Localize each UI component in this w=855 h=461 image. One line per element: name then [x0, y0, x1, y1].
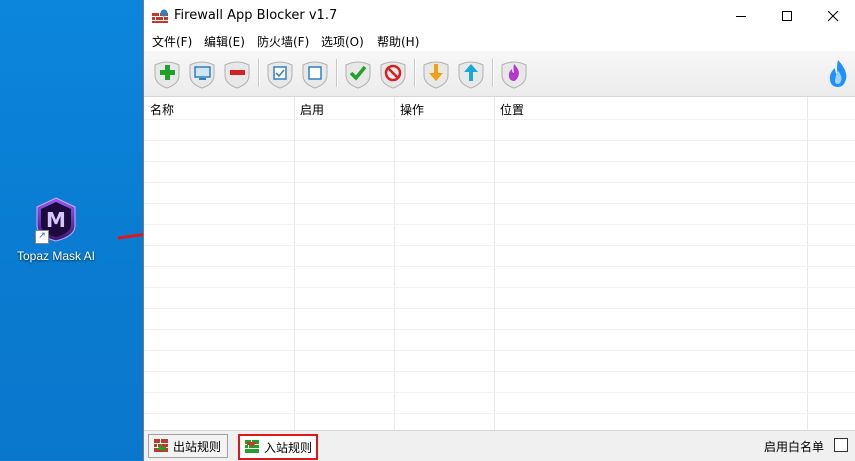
toolbar: [144, 51, 855, 97]
menu-help[interactable]: 帮助(H): [377, 33, 419, 50]
toolbar-separator: [414, 59, 416, 87]
rules-list[interactable]: 名称 启用 操作 位置: [144, 97, 855, 430]
row-line: [144, 245, 855, 246]
column-header-enabled[interactable]: 启用: [300, 101, 324, 118]
title-bar[interactable]: Firewall App Blocker v1.7: [144, 0, 855, 32]
row-line: [144, 119, 855, 120]
allow-check-icon: [345, 61, 371, 89]
brand-flame: [826, 59, 850, 94]
minimize-icon: [736, 16, 746, 17]
app-window: Firewall App Blocker v1.7 文件(F) 编辑(E) 防火…: [143, 0, 855, 461]
window-title: Firewall App Blocker v1.7: [174, 8, 338, 23]
column-divider: [807, 97, 808, 430]
block-icon: [380, 61, 406, 89]
tab-label: 入站规则: [264, 441, 313, 455]
row-line: [144, 329, 855, 330]
close-button[interactable]: [810, 0, 855, 32]
checkbox-checked-icon: [267, 61, 293, 89]
menu-file[interactable]: 文件(F): [152, 33, 192, 50]
add-running-app-button[interactable]: [187, 57, 217, 89]
row-line: [144, 392, 855, 393]
column-divider: [394, 97, 395, 430]
row-line: [144, 350, 855, 351]
row-line: [144, 182, 855, 183]
menu-firewall[interactable]: 防火墙(F): [257, 33, 309, 50]
maximize-button[interactable]: [764, 0, 810, 32]
whitelist-checkbox[interactable]: [834, 438, 848, 452]
toolbar-separator: [336, 59, 338, 87]
row-line: [144, 371, 855, 372]
row-line: [144, 203, 855, 204]
flame-logo-icon: [829, 60, 847, 87]
row-line: [144, 287, 855, 288]
arrow-up-icon: [458, 61, 484, 89]
column-header-location[interactable]: 位置: [500, 101, 524, 118]
outbound-wall-icon: [154, 439, 168, 452]
arrow-down-icon: [423, 61, 449, 89]
check-all-button[interactable]: [265, 57, 295, 89]
monitor-icon: [189, 61, 215, 89]
menu-bar: 文件(F) 编辑(E) 防火墙(F) 选项(O) 帮助(H): [144, 32, 855, 51]
close-icon: [828, 11, 839, 22]
row-line: [144, 413, 855, 414]
checkbox-unchecked-icon: [302, 61, 328, 89]
block-button[interactable]: [378, 57, 408, 89]
row-line: [144, 308, 855, 309]
minimize-button[interactable]: [718, 0, 764, 32]
tab-inbound-rules[interactable]: 入站规则: [238, 434, 318, 460]
add-button[interactable]: [152, 57, 182, 89]
move-down-button[interactable]: [421, 57, 451, 89]
menu-edit[interactable]: 编辑(E): [204, 33, 245, 50]
app-brick-wall-icon: [152, 9, 168, 23]
column-header-name[interactable]: 名称: [150, 101, 174, 118]
row-line: [144, 140, 855, 141]
tab-label: 出站规则: [173, 440, 222, 454]
maximize-icon: [782, 11, 792, 21]
menu-options[interactable]: 选项(O): [321, 33, 364, 50]
add-icon: [154, 61, 180, 89]
toolbar-separator: [492, 59, 494, 87]
column-divider: [294, 97, 295, 430]
row-line: [144, 161, 855, 162]
row-line: [144, 224, 855, 225]
tab-outbound-rules[interactable]: 出站规则: [148, 434, 228, 458]
whitelist-label: 启用白名单: [763, 440, 824, 454]
status-bar: 出站规则 入站规则 启用白名单: [144, 430, 855, 461]
column-header-action[interactable]: 操作: [400, 101, 424, 118]
allow-button[interactable]: [343, 57, 373, 89]
inbound-wall-icon: [245, 440, 259, 453]
fire-icon: [501, 61, 527, 89]
remove-button[interactable]: [222, 57, 252, 89]
firewall-settings-button[interactable]: [499, 57, 529, 89]
row-line: [144, 266, 855, 267]
toolbar-separator: [258, 59, 260, 87]
column-divider: [494, 97, 495, 430]
uncheck-all-button[interactable]: [300, 57, 330, 89]
remove-icon: [224, 61, 250, 89]
move-up-button[interactable]: [456, 57, 486, 89]
